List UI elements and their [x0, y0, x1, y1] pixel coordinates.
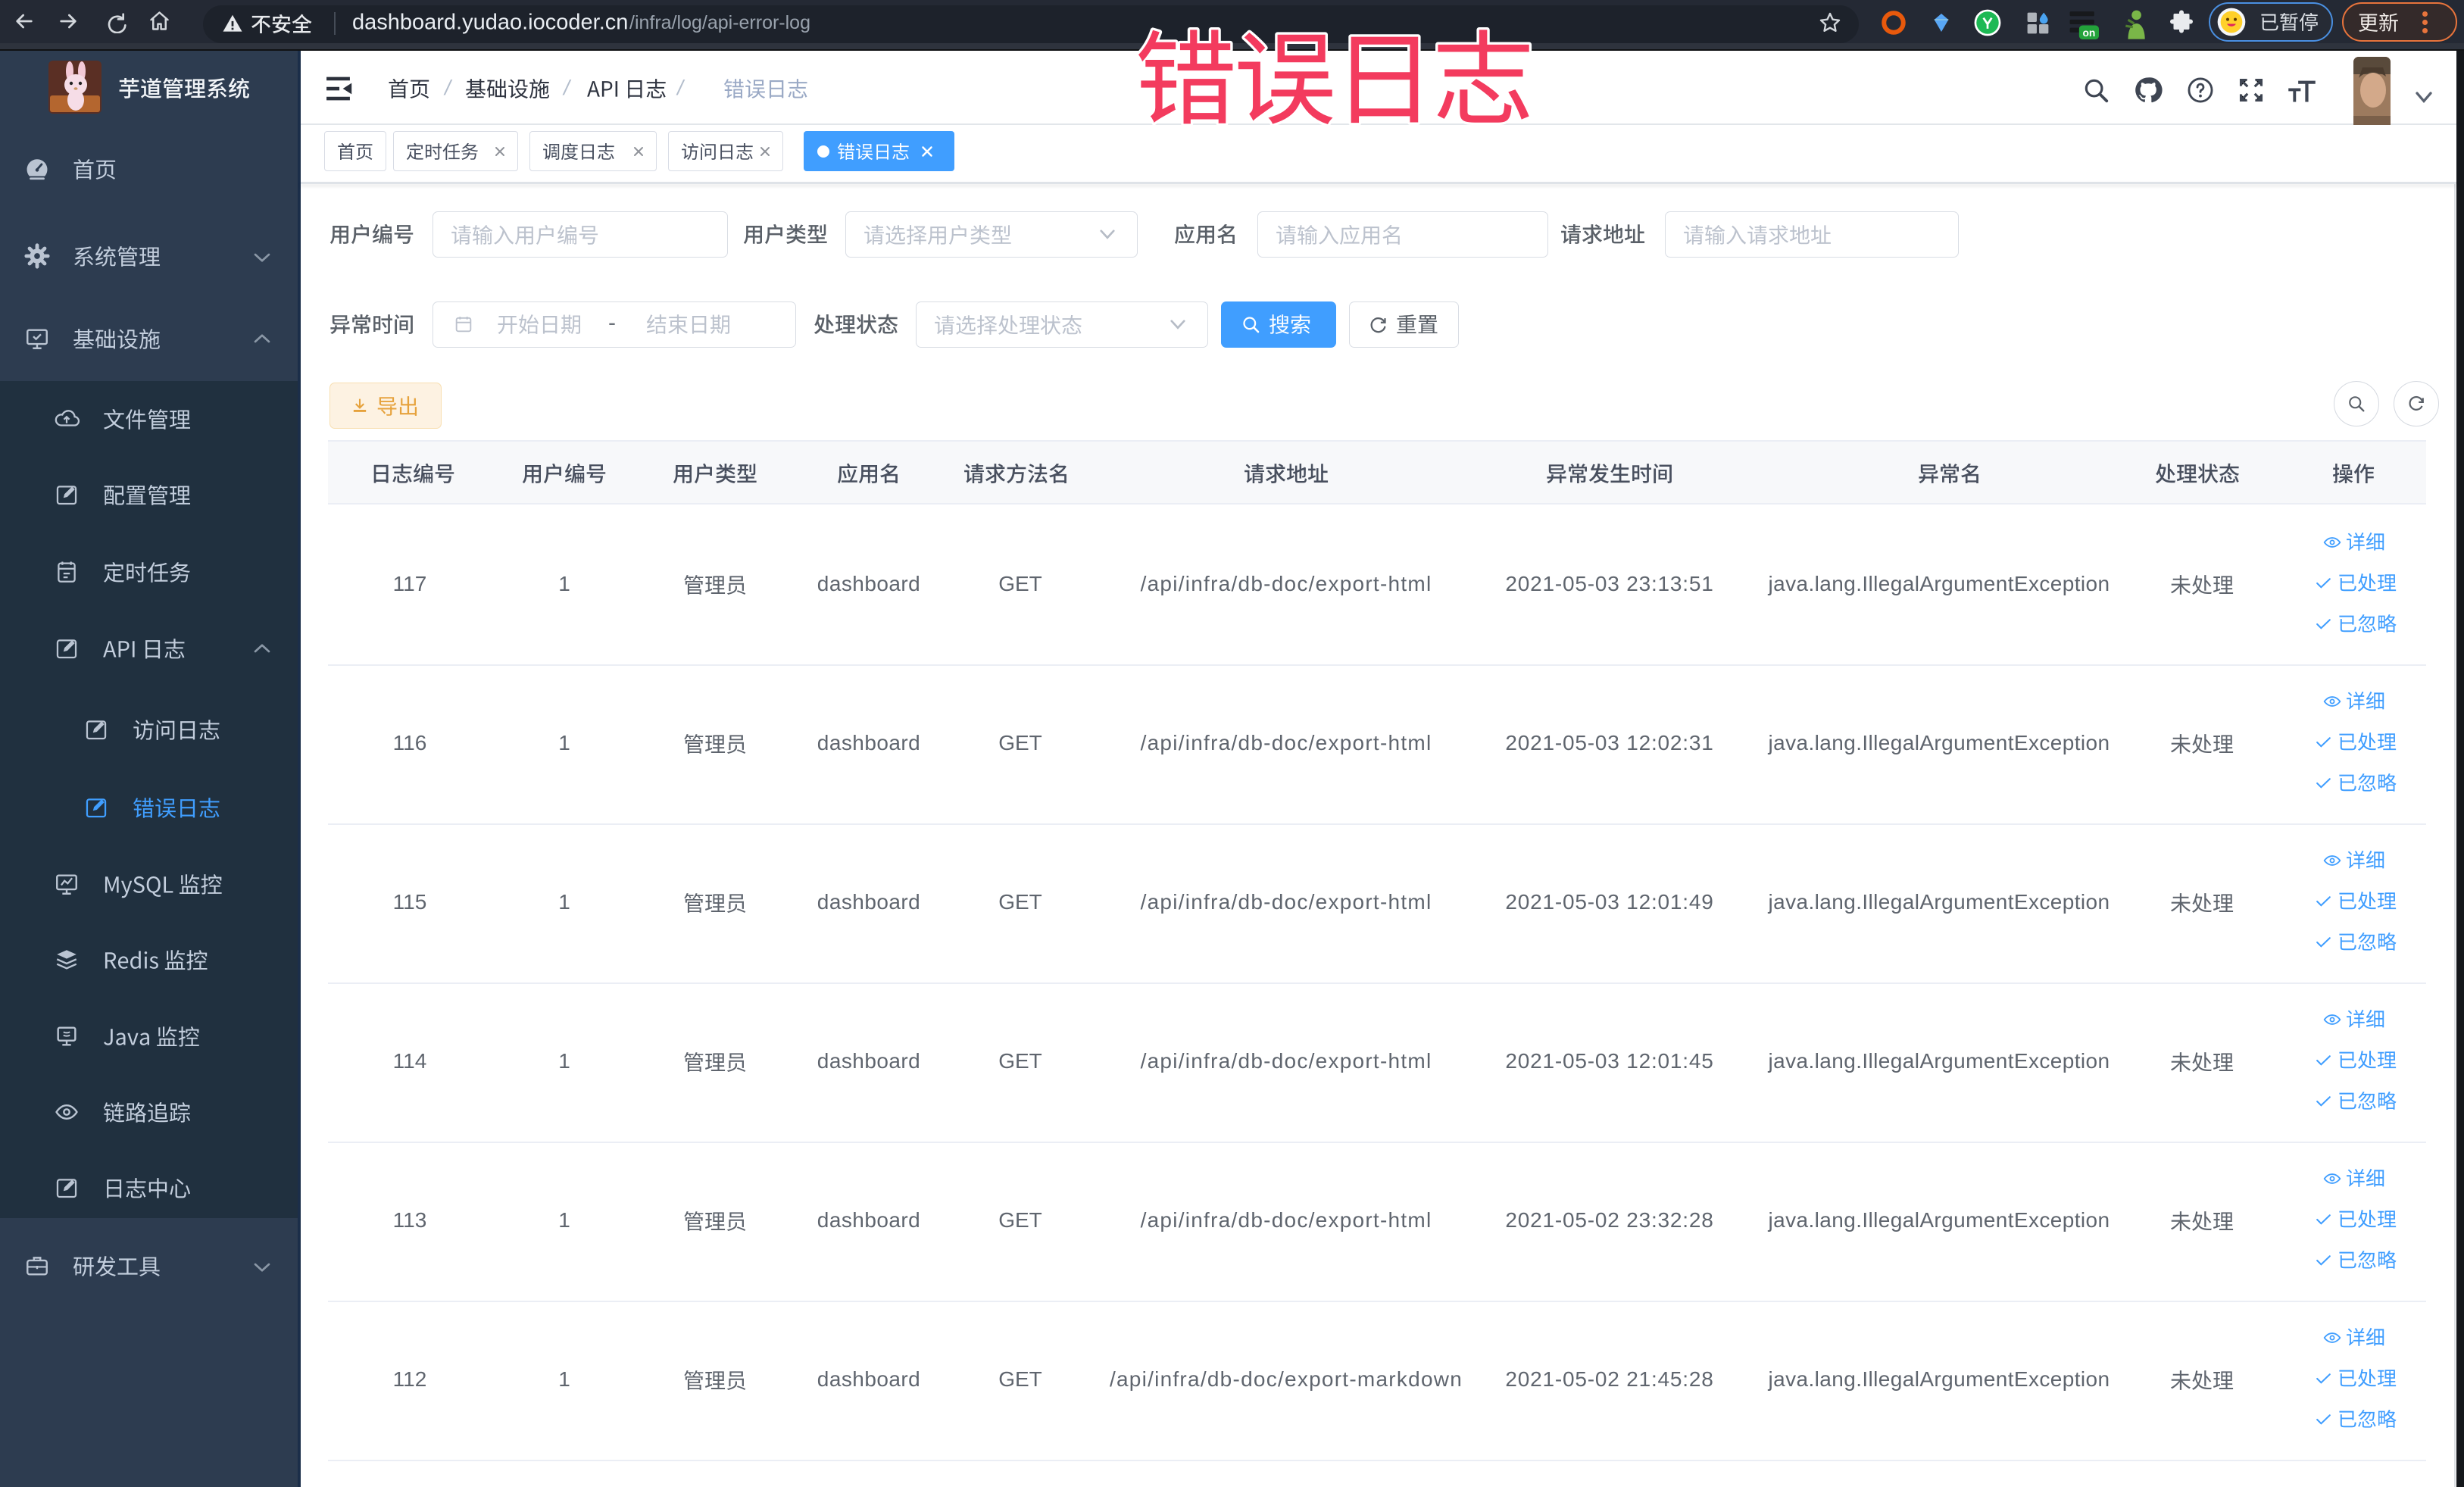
svg-text:on: on: [2082, 27, 2095, 39]
